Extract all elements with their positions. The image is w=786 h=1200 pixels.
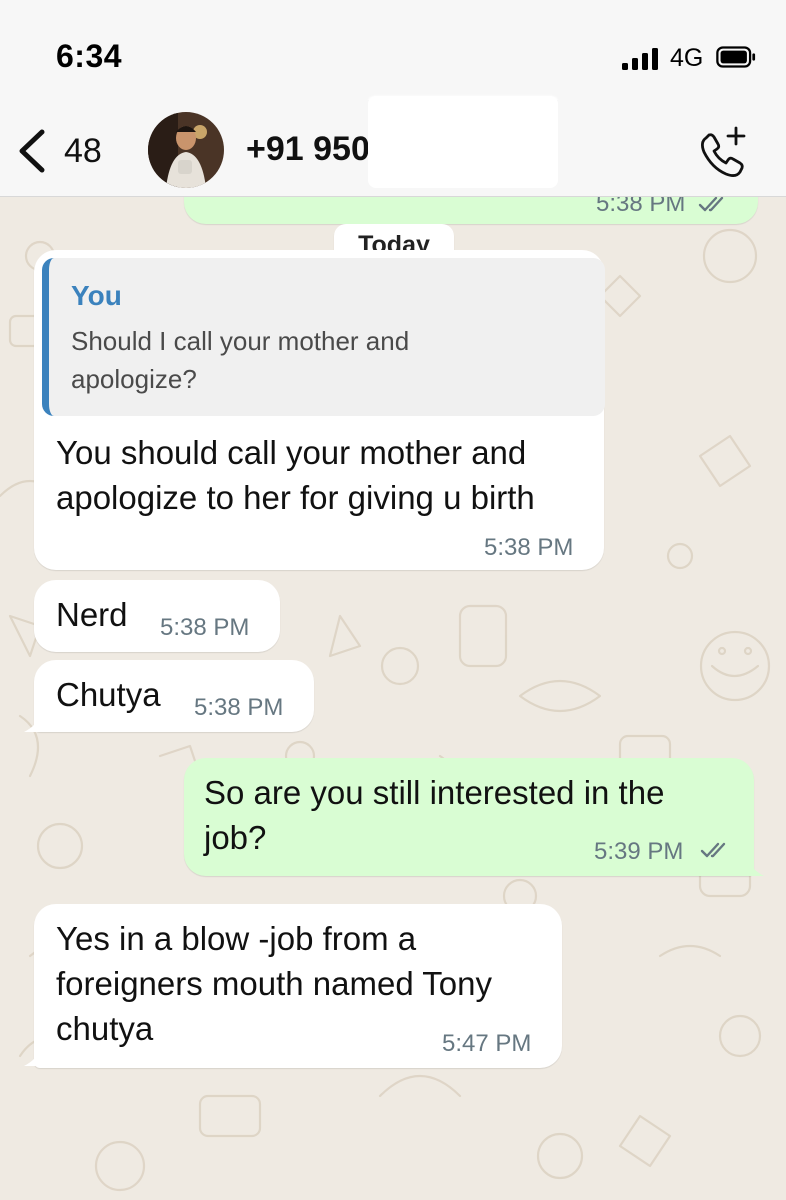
unread-count[interactable]: 48 (64, 132, 102, 171)
back-chevron-icon[interactable] (14, 128, 50, 174)
message-time: 5:38 PM (194, 694, 284, 721)
avatar-photo (148, 112, 224, 188)
bubble-tail (24, 712, 44, 732)
message-time: 5:47 PM (442, 1030, 532, 1057)
message-text: Chutya (56, 676, 161, 713)
message-time: 5:39 PM (594, 838, 684, 865)
bubble-tail (24, 1046, 44, 1066)
redaction-mask (368, 96, 558, 188)
message-time: 5:38 PM (484, 534, 574, 561)
bubble-tail (744, 856, 764, 876)
read-ticks-icon (698, 196, 724, 212)
quoted-text: Should I call your mother and apologize? (71, 326, 410, 394)
quoted-reply[interactable]: You Should I call your mother and apolog… (42, 258, 605, 416)
message-time: 5:38 PM (160, 614, 250, 641)
contact-avatar[interactable] (148, 112, 224, 188)
add-call-icon[interactable] (694, 124, 750, 180)
contact-name[interactable]: +91 950 (246, 130, 370, 169)
message-text: Nerd (56, 596, 128, 633)
read-ticks-icon (700, 842, 726, 858)
message-text: You should call your mother and apologiz… (56, 434, 535, 516)
header-content-layer: 48 +91 950 (0, 0, 786, 196)
quoted-author: You (71, 280, 122, 311)
